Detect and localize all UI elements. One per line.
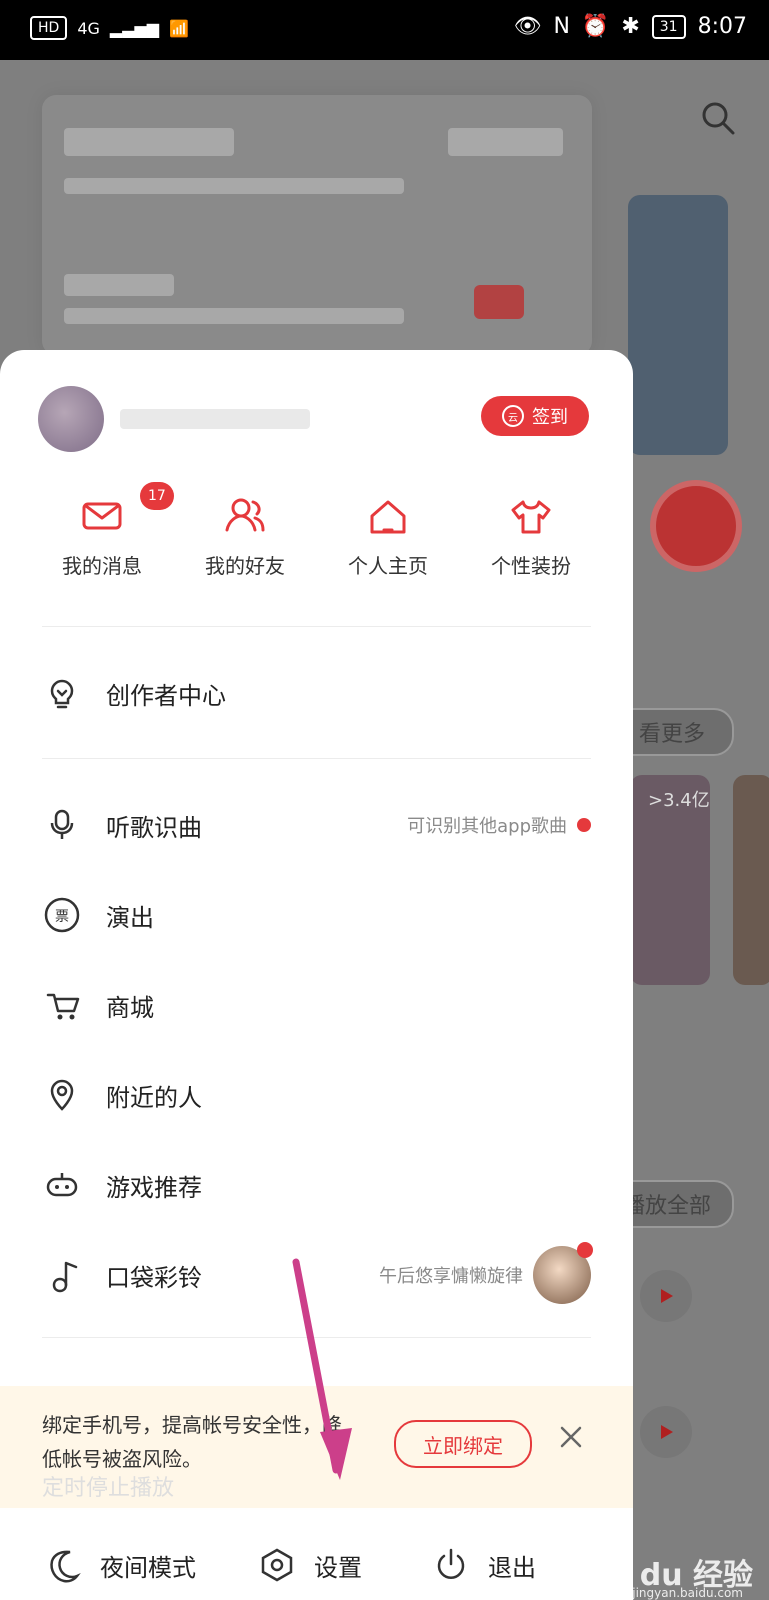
wifi-icon: 📶 bbox=[169, 18, 190, 38]
menu-label: 商城 bbox=[106, 993, 154, 1022]
bind-now-button[interactable]: 立即绑定 bbox=[394, 1420, 532, 1468]
message-badge: 17 bbox=[140, 482, 174, 510]
moon-icon bbox=[44, 1546, 82, 1584]
menu-label: 口袋彩铃 bbox=[106, 1263, 202, 1292]
hint-text: 可识别其他app歌曲 bbox=[407, 816, 567, 837]
signal-icon: ▂▃▅▆ bbox=[109, 18, 160, 38]
hd-indicator: HD bbox=[30, 16, 68, 40]
eye-icon: 👁 bbox=[513, 14, 542, 39]
hint-text: 午后悠享慵懒旋律 bbox=[379, 1266, 523, 1287]
play-icon[interactable] bbox=[640, 1270, 692, 1322]
notification-dot bbox=[577, 1242, 593, 1258]
user-header[interactable] bbox=[38, 386, 310, 452]
lightbulb-icon bbox=[42, 673, 82, 713]
alarm-icon: ⏰ bbox=[581, 14, 610, 39]
bluetooth-icon: ✱ bbox=[621, 14, 640, 39]
cart-icon bbox=[42, 985, 82, 1025]
menu-creator-center[interactable]: 创作者中心 bbox=[42, 648, 591, 738]
ringtone-icon bbox=[42, 1255, 82, 1295]
menu-nearby[interactable]: 附近的人 bbox=[42, 1050, 591, 1140]
bottom-label: 夜间模式 bbox=[100, 1553, 196, 1582]
coin-icon: 云 bbox=[502, 405, 524, 427]
blurred-text bbox=[64, 274, 174, 296]
ticket-icon: 票 bbox=[42, 895, 82, 935]
blurred-text bbox=[448, 128, 563, 156]
power-icon bbox=[432, 1546, 470, 1584]
signin-button[interactable]: 云 签到 bbox=[481, 396, 589, 436]
divider bbox=[42, 626, 591, 627]
night-mode-button[interactable]: 夜间模式 bbox=[44, 1546, 196, 1584]
settings-icon bbox=[258, 1546, 296, 1584]
play-icon[interactable] bbox=[640, 1406, 692, 1458]
menu-label: 游戏推荐 bbox=[106, 1173, 202, 1202]
menu-store[interactable]: 商城 bbox=[42, 960, 591, 1050]
quick-label: 我的好友 bbox=[205, 554, 285, 578]
menu-label: 创作者中心 bbox=[106, 681, 226, 710]
menu-performance[interactable]: 票 演出 bbox=[42, 870, 591, 960]
quick-label: 我的消息 bbox=[62, 554, 142, 578]
ringtone-avatar bbox=[533, 1242, 593, 1304]
menu-ringtone[interactable]: 口袋彩铃 午后悠享慵懒旋律 bbox=[42, 1230, 593, 1320]
divider bbox=[42, 1337, 591, 1338]
quick-friends[interactable]: 我的好友 bbox=[185, 492, 305, 588]
search-icon[interactable] bbox=[700, 100, 736, 136]
divider bbox=[42, 758, 591, 759]
menu-label: 演出 bbox=[106, 903, 154, 932]
quick-label: 个性装扮 bbox=[491, 554, 571, 578]
menu-hint: 午后悠享慵懒旋律 bbox=[379, 1242, 593, 1304]
blurred-image bbox=[628, 195, 728, 455]
menu-song-recognition[interactable]: 听歌识曲 可识别其他app歌曲 bbox=[42, 780, 591, 870]
blurred-badge bbox=[474, 285, 524, 319]
quick-homepage[interactable]: 个人主页 bbox=[328, 492, 448, 588]
blurred-text bbox=[64, 308, 404, 324]
settings-button[interactable]: 设置 bbox=[258, 1546, 362, 1584]
hidden-menu-label: 定时停止播放 bbox=[42, 1476, 175, 1501]
watermark-url: jingyan.baidu.com bbox=[632, 1586, 743, 1600]
quick-actions: 17 我的消息 我的好友 个人主页 个性装扮 bbox=[42, 482, 591, 588]
username-blur bbox=[120, 409, 310, 429]
gamepad-icon bbox=[42, 1165, 82, 1205]
status-right: 👁 N ⏰ ✱ 31 8:07 bbox=[514, 14, 747, 39]
tshirt-icon bbox=[507, 492, 555, 540]
svg-text:票: 票 bbox=[55, 908, 69, 924]
baidu-watermark: Bai du 经验 jingyan.baidu.com bbox=[576, 1550, 753, 1600]
menu-label: 听歌识曲 bbox=[106, 813, 202, 842]
quick-label: 个人主页 bbox=[348, 554, 428, 578]
see-more-label: 看更多 bbox=[638, 722, 705, 747]
side-drawer: 云 签到 17 我的消息 我的好友 个人主页 个性装扮 创作者中心 听歌识曲 可… bbox=[0, 350, 633, 1600]
menu-games[interactable]: 游戏推荐 bbox=[42, 1140, 591, 1230]
network-indicator: 4G bbox=[77, 18, 100, 38]
blurred-text bbox=[64, 178, 404, 194]
battery-indicator: 31 bbox=[651, 14, 686, 39]
signin-label: 签到 bbox=[532, 407, 568, 428]
bottom-label: 设置 bbox=[314, 1553, 362, 1582]
status-left: HD 4G ▂▃▅▆ 📶 bbox=[30, 16, 189, 40]
mail-icon: 17 bbox=[78, 482, 174, 540]
notification-dot bbox=[577, 818, 591, 832]
bottom-bar: 夜间模式 设置 退出 bbox=[0, 1530, 633, 1600]
friends-icon bbox=[221, 492, 269, 540]
play-all-label: 播放全部 bbox=[622, 1194, 711, 1219]
nfc-icon: N bbox=[553, 14, 570, 39]
blurred-image bbox=[650, 480, 742, 572]
location-icon bbox=[42, 1075, 82, 1115]
bottom-label: 退出 bbox=[488, 1553, 536, 1582]
menu-hint: 可识别其他app歌曲 bbox=[407, 812, 591, 838]
play-count: >3.4亿 bbox=[648, 790, 710, 811]
time: 8:07 bbox=[697, 14, 747, 39]
blurred-text bbox=[64, 128, 234, 156]
status-bar: HD 4G ▂▃▅▆ 📶 👁 N ⏰ ✱ 31 8:07 bbox=[0, 0, 769, 60]
notice-text: 绑定手机号，提高帐号安全性，降低帐号被盗风险。 bbox=[42, 1413, 342, 1471]
close-icon[interactable] bbox=[558, 1424, 584, 1450]
logout-button[interactable]: 退出 bbox=[432, 1546, 536, 1584]
quick-messages[interactable]: 17 我的消息 bbox=[42, 482, 174, 588]
bind-now-label: 立即绑定 bbox=[423, 1433, 503, 1458]
home-icon bbox=[364, 492, 412, 540]
avatar[interactable] bbox=[38, 386, 104, 452]
mic-icon bbox=[42, 805, 82, 845]
quick-decoration[interactable]: 个性装扮 bbox=[471, 492, 591, 588]
menu-label: 附近的人 bbox=[106, 1083, 202, 1112]
playlist-cover[interactable] bbox=[733, 775, 769, 985]
